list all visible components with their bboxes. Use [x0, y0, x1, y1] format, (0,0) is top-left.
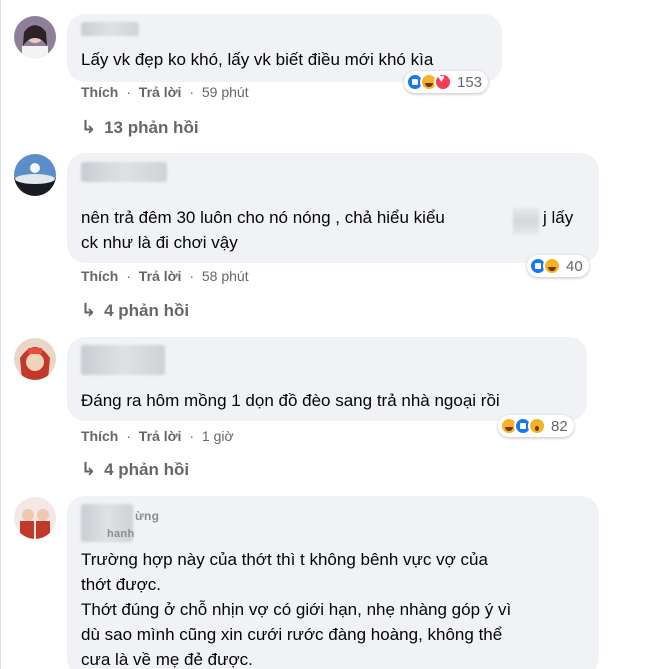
redacted-author-name — [81, 162, 167, 182]
comment-bubble: ừng hanh Trường hợp này của thớt thì t k… — [67, 496, 599, 669]
redacted-author-name — [81, 22, 139, 36]
separator: · — [189, 268, 194, 284]
view-replies-link[interactable]: ↳ 4 phản hồi — [81, 300, 189, 321]
haha-reaction-icon — [543, 257, 561, 275]
reply-arrow-icon: ↳ — [81, 300, 97, 320]
reaction-summary[interactable]: 40 — [527, 255, 589, 277]
avatar[interactable] — [14, 497, 56, 539]
comment-bubble: nên trả đêm 30 luôn cho nó nóng , chả hi… — [67, 153, 599, 263]
reaction-summary[interactable]: 153 — [404, 71, 489, 93]
comment-text-line: dù sao mình cũng xin cưới rước đàng hoàn… — [81, 625, 503, 644]
comment-text-line: cưa là về mẹ đẻ được. — [81, 650, 253, 669]
comment-bubble: Đáng ra hôm mồng 1 dọn đồ đèo sang trả n… — [67, 337, 587, 421]
reaction-count: 153 — [457, 73, 483, 91]
comments-panel: Lấy vk đẹp ko khó, lấy vk biết điều mới … — [0, 0, 660, 669]
reply-arrow-icon: ↳ — [81, 117, 97, 137]
comment-actions: Thích · Trả lời · 59 phút — [81, 84, 249, 100]
reply-link[interactable]: Trả lời — [139, 84, 182, 100]
replies-count-label: 4 phản hồi — [104, 301, 190, 320]
timestamp[interactable]: 58 phút — [202, 268, 249, 284]
wow-reaction-icon — [528, 417, 546, 435]
comment-actions: Thích · Trả lời · 1 giờ — [81, 428, 234, 444]
comment-text-line: Thớt đúng ở chỗ nhịn vợ có giới hạn, nhẹ… — [81, 600, 512, 619]
separator: · — [189, 84, 194, 100]
author-name-fragment: hanh — [107, 528, 135, 540]
avatar[interactable] — [14, 154, 56, 196]
separator: · — [126, 84, 131, 100]
comment-actions: Thích · Trả lời · 58 phút — [81, 268, 249, 284]
comment-text-line: ck như là đi chơi vậy — [81, 233, 238, 252]
replies-count-label: 4 phản hồi — [104, 460, 190, 479]
view-replies-link[interactable]: ↳ 13 phản hồi — [81, 117, 199, 138]
separator: · — [189, 428, 194, 444]
separator: · — [126, 268, 131, 284]
reaction-summary[interactable]: 82 — [498, 415, 574, 437]
reaction-count: 82 — [551, 417, 568, 435]
separator: · — [126, 428, 131, 444]
comment-text-line: Trường hợp này của thớt thì t không bênh… — [81, 550, 488, 569]
view-replies-link[interactable]: ↳ 4 phản hồi — [81, 459, 189, 480]
avatar[interactable] — [14, 16, 56, 58]
reply-arrow-icon: ↳ — [81, 459, 97, 479]
comment-text-line: Lấy vk đẹp ko khó, lấy vk biết điều mới … — [81, 50, 434, 69]
timestamp[interactable]: 59 phút — [202, 84, 249, 100]
reaction-count: 40 — [566, 257, 583, 275]
timestamp[interactable]: 1 giờ — [202, 428, 234, 444]
like-link[interactable]: Thích — [81, 268, 118, 284]
replies-count-label: 13 phản hồi — [104, 118, 199, 137]
like-link[interactable]: Thích — [81, 428, 118, 444]
like-link[interactable]: Thích — [81, 84, 118, 100]
comment-text-line: j lấy — [543, 208, 574, 227]
reply-link[interactable]: Trả lời — [139, 268, 182, 284]
redacted-word — [513, 208, 539, 234]
reply-link[interactable]: Trả lời — [139, 428, 182, 444]
avatar[interactable] — [14, 338, 56, 380]
author-name-fragment: ừng — [135, 509, 160, 523]
love-reaction-icon — [434, 73, 452, 91]
redacted-author-name — [81, 345, 165, 375]
comment-text-line: nên trả đêm 30 luôn cho nó nóng , chả hi… — [81, 208, 445, 227]
comment-text-line: thớt được. — [81, 575, 161, 594]
comment-text-line: Đáng ra hôm mồng 1 dọn đồ đèo sang trả n… — [81, 391, 500, 410]
